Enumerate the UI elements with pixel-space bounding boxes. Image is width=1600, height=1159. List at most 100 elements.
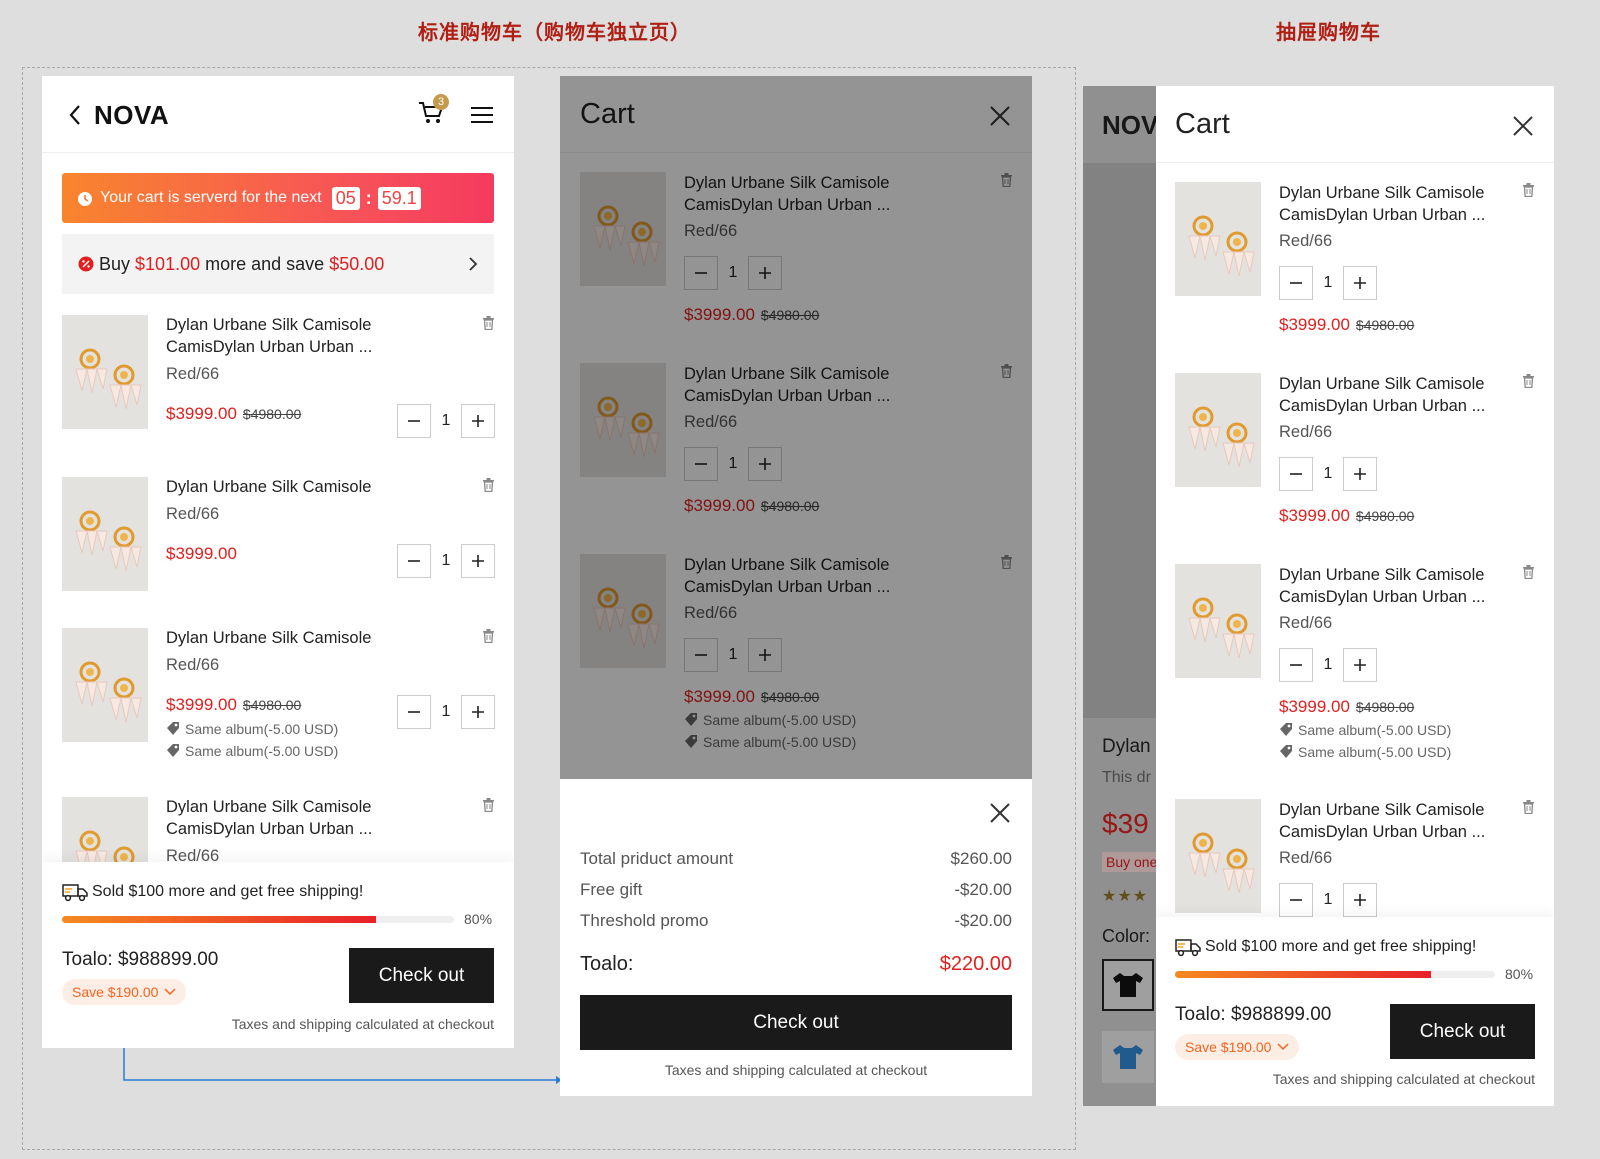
trash-icon[interactable]: [1522, 183, 1535, 197]
trash-icon[interactable]: [482, 629, 495, 643]
increase-button[interactable]: [1343, 648, 1377, 682]
quantity-value[interactable]: 1: [431, 412, 461, 430]
quantity-value[interactable]: 1: [1313, 656, 1343, 674]
product-variant: Red/66: [166, 365, 220, 383]
free-shipping-message: Sold $100 more and get free shipping!: [62, 882, 363, 902]
trash-icon[interactable]: [1522, 374, 1535, 388]
chevron-down-icon: [1277, 1043, 1289, 1051]
trash-icon[interactable]: [482, 798, 495, 812]
offer-middle: more and save: [205, 253, 325, 274]
quantity-stepper: 1: [397, 695, 495, 729]
tax-note: Taxes and shipping calculated at checkou…: [664, 1062, 928, 1078]
cart-summary-view: Cart Dylan Urbane Silk Camisole CamisDyl…: [560, 76, 1032, 1096]
discount-badge-icon: [78, 256, 94, 272]
quantity-value[interactable]: 1: [1313, 891, 1343, 909]
product-image[interactable]: [1175, 182, 1261, 296]
decrease-button[interactable]: [397, 404, 431, 438]
decrease-button[interactable]: [397, 695, 431, 729]
summary-row-gift: Free gift -$20.00: [580, 880, 1012, 899]
quantity-value[interactable]: 1: [1313, 465, 1343, 483]
product-variant: Red/66: [166, 656, 220, 674]
increase-button[interactable]: [461, 404, 495, 438]
checkout-button[interactable]: Check out: [1390, 1004, 1535, 1059]
product-image[interactable]: [1175, 373, 1261, 487]
close-icon[interactable]: [1511, 114, 1535, 138]
quantity-value[interactable]: 1: [431, 552, 461, 570]
checkout-bar: Sold $100 more and get free shipping! 80…: [42, 862, 514, 1048]
cart-button[interactable]: 3: [417, 94, 449, 128]
product-variant: Red/66: [1279, 232, 1333, 250]
product-name[interactable]: Dylan Urbane Silk Camisole CamisDylan Ur…: [1279, 564, 1529, 608]
product-image[interactable]: [1175, 564, 1261, 678]
decrease-button[interactable]: [1279, 648, 1313, 682]
free-shipping-message: Sold $100 more and get free shipping!: [1175, 937, 1476, 957]
quantity-stepper: 1: [1279, 883, 1377, 917]
quantity-stepper: 1: [1279, 457, 1377, 491]
promo-tag: Same album(-5.00 USD): [1279, 722, 1451, 738]
trash-icon[interactable]: [482, 316, 495, 330]
background-page: NOV Dylan This dr $39 Buy one ★★★ Color:: [1083, 86, 1162, 1106]
product-image[interactable]: [62, 628, 148, 742]
product-price: $3999.00 $4980.00: [166, 404, 302, 423]
product-name[interactable]: Dylan Urbane Silk Camisole CamisDylan Ur…: [166, 314, 416, 358]
quantity-stepper: 1: [397, 404, 495, 438]
dim-overlay[interactable]: [1083, 86, 1156, 1106]
product-name[interactable]: Dylan Urbane Silk Camisole CamisDylan Ur…: [1279, 799, 1529, 843]
offer-save: $50.00: [329, 253, 385, 274]
product-price: $3999.00 $4980.00: [1279, 315, 1415, 334]
product-image[interactable]: [1175, 799, 1261, 913]
tag-icon: [166, 744, 180, 758]
tag-icon: [166, 722, 180, 736]
cart-page: NOVA 3 Your cart is serverd for the next…: [42, 76, 514, 1048]
trash-icon[interactable]: [1522, 565, 1535, 579]
progress-percent: 80%: [1505, 966, 1534, 982]
increase-button[interactable]: [1343, 266, 1377, 300]
upsell-offer-bar[interactable]: Buy $101.00 more and save $50.00: [62, 234, 494, 294]
promo-tag: Same album(-5.00 USD): [166, 721, 338, 737]
decrease-button[interactable]: [1279, 883, 1313, 917]
product-name[interactable]: Dylan Urbane Silk Camisole CamisDylan Ur…: [1279, 373, 1529, 417]
cart-count-badge: 3: [433, 94, 449, 110]
shipping-progress-bar: [1175, 971, 1495, 978]
plus-icon: [1352, 892, 1368, 908]
trash-icon[interactable]: [1522, 800, 1535, 814]
increase-button[interactable]: [1343, 883, 1377, 917]
product-image[interactable]: [62, 315, 148, 429]
minus-icon: [1288, 275, 1304, 291]
savings-toggle[interactable]: Save $190.00: [1175, 1034, 1300, 1060]
quantity-value[interactable]: 1: [431, 703, 461, 721]
checkout-button[interactable]: Check out: [349, 948, 494, 1003]
product-image[interactable]: [62, 477, 148, 591]
summary-row-subtotal: Total priduct amount $260.00: [580, 849, 1012, 868]
back-icon[interactable]: [68, 104, 82, 126]
decrease-button[interactable]: [397, 544, 431, 578]
increase-button[interactable]: [461, 544, 495, 578]
chevron-right-icon: [469, 257, 478, 271]
chevron-down-icon: [164, 988, 176, 996]
checkout-button[interactable]: Check out: [580, 995, 1012, 1050]
decrease-button[interactable]: [1279, 457, 1313, 491]
minus-icon: [406, 413, 422, 429]
minus-icon: [1288, 657, 1304, 673]
header-divider: [1156, 162, 1554, 163]
product-name[interactable]: Dylan Urbane Silk Camisole CamisDylan Ur…: [166, 796, 416, 840]
progress-percent: 80%: [464, 911, 493, 927]
tag-icon: [1279, 745, 1293, 759]
product-name[interactable]: Dylan Urbane Silk Camisole: [166, 476, 416, 498]
quantity-value[interactable]: 1: [1313, 274, 1343, 292]
increase-button[interactable]: [461, 695, 495, 729]
increase-button[interactable]: [1343, 457, 1377, 491]
decrease-button[interactable]: [1279, 266, 1313, 300]
brand-logo[interactable]: NOVA: [94, 100, 169, 131]
menu-icon[interactable]: [470, 106, 494, 124]
close-icon[interactable]: [988, 801, 1012, 825]
product-name[interactable]: Dylan Urbane Silk Camisole: [166, 627, 416, 649]
reservation-timer-banner: Your cart is serverd for the next 05 : 5…: [62, 173, 494, 223]
product-name[interactable]: Dylan Urbane Silk Camisole CamisDylan Ur…: [1279, 182, 1529, 226]
minus-icon: [1288, 466, 1304, 482]
minus-icon: [406, 553, 422, 569]
cart-total: Toalo: $988899.00: [62, 949, 219, 970]
trash-icon[interactable]: [482, 478, 495, 492]
savings-toggle[interactable]: Save $190.00: [62, 979, 187, 1005]
offer-amount: $101.00: [135, 253, 201, 274]
